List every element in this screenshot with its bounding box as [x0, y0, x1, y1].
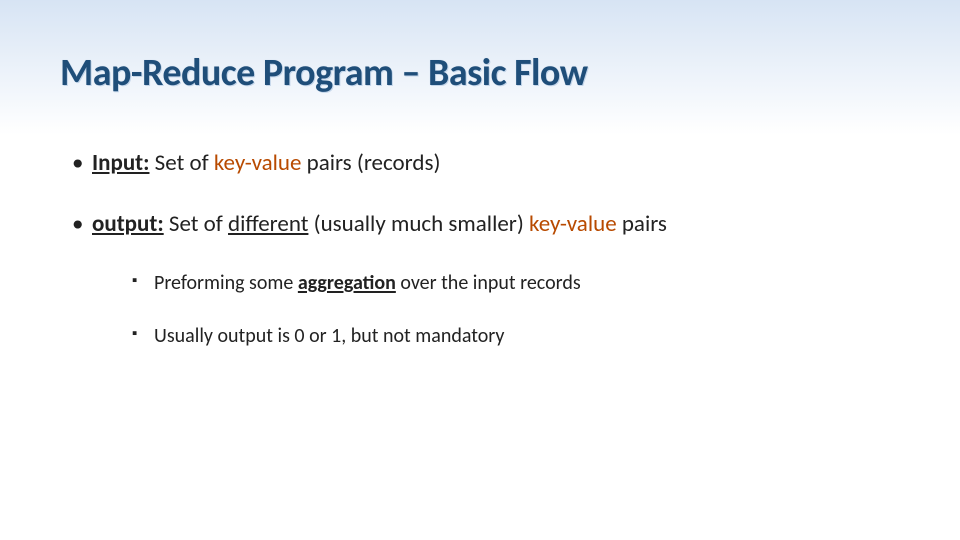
input-kv: key-value	[214, 149, 302, 177]
bullet-output: output: Set of different (usually much s…	[70, 209, 900, 350]
output-kv: key-value	[529, 210, 617, 238]
sub-list: Preforming some aggregation over the inp…	[92, 270, 900, 350]
body-list: Input: Set of key-value pairs (records) …	[60, 148, 900, 350]
output-different: different	[228, 210, 308, 238]
slide: Map-Reduce Program – Basic Flow Input: S…	[0, 0, 960, 540]
sub-bullet-output-count: Usually output is 0 or 1, but not mandat…	[132, 323, 900, 350]
sub1-a: Preforming some	[154, 271, 298, 295]
sub2-text: Usually output is 0 or 1, but not mandat…	[154, 324, 504, 348]
input-label: Input:	[92, 149, 149, 177]
input-text-1: Set of	[149, 149, 213, 177]
sub1-aggregation: aggregation	[298, 271, 396, 295]
output-label: output:	[92, 210, 164, 238]
sub-bullet-aggregation: Preforming some aggregation over the inp…	[132, 270, 900, 297]
sub1-b: over the input records	[396, 271, 581, 295]
slide-title: Map-Reduce Program – Basic Flow	[60, 50, 900, 96]
bullet-input: Input: Set of key-value pairs (records)	[70, 148, 900, 179]
input-text-2: pairs (records)	[301, 149, 440, 177]
output-text-2: (usually much smaller)	[308, 210, 529, 238]
output-text-3: pairs	[617, 210, 667, 238]
output-text-1: Set of	[164, 210, 228, 238]
